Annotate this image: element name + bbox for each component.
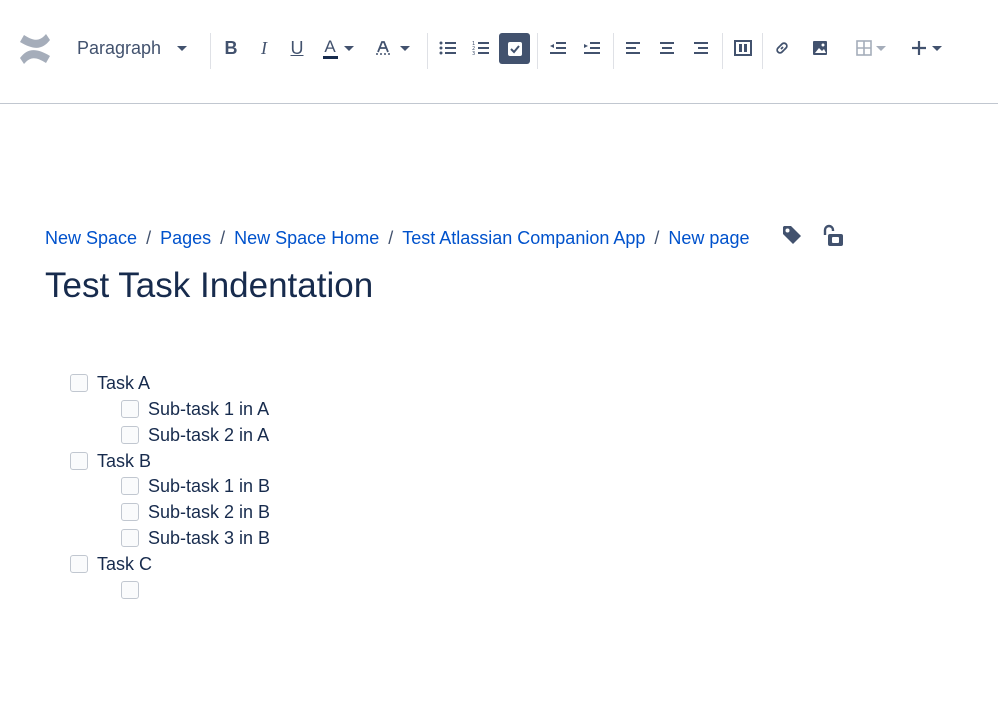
underline-icon: U xyxy=(290,37,304,58)
clear-formatting-icon xyxy=(375,41,390,55)
insert-table-dropdown[interactable] xyxy=(851,33,891,63)
underline-button[interactable]: U xyxy=(284,33,310,63)
breadcrumb-link-new-space-home[interactable]: New Space Home xyxy=(234,228,379,249)
text-color-dropdown[interactable]: A xyxy=(318,33,358,63)
paragraph-style-dropdown[interactable]: Paragraph xyxy=(70,33,194,63)
confluence-logo-icon[interactable] xyxy=(17,31,53,67)
task-label[interactable]: Sub-task 1 in A xyxy=(148,399,269,420)
task-checkbox[interactable] xyxy=(121,400,139,418)
toolbar-divider xyxy=(427,33,428,69)
restrictions-button[interactable] xyxy=(821,224,845,253)
task-checkbox[interactable] xyxy=(121,477,139,495)
chevron-down-icon xyxy=(177,45,188,51)
task-item: Sub-task 3 in B xyxy=(121,525,270,551)
bold-button[interactable]: B xyxy=(218,33,244,63)
formatting-more-dropdown[interactable] xyxy=(370,33,412,63)
unlock-icon xyxy=(823,224,843,246)
breadcrumb-link-test-atlassian-companion-app[interactable]: Test Atlassian Companion App xyxy=(402,228,645,249)
task-item: Sub-task 2 in B xyxy=(121,499,270,525)
labels-button[interactable] xyxy=(781,224,803,251)
task-checkbox[interactable] xyxy=(121,503,139,521)
align-right-button[interactable] xyxy=(689,33,713,63)
breadcrumb-link-new-space[interactable]: New Space xyxy=(45,228,137,249)
numbered-list-icon: 1 2 3 xyxy=(472,41,489,56)
toolbar-divider xyxy=(613,33,614,69)
indent-button[interactable] xyxy=(580,33,604,63)
bullet-list-button[interactable] xyxy=(436,33,460,63)
breadcrumb-separator: / xyxy=(146,228,152,248)
checkbox-checked-icon xyxy=(507,41,522,56)
task-label[interactable]: Task B xyxy=(97,451,151,472)
italic-icon: I xyxy=(261,37,267,58)
italic-button[interactable]: I xyxy=(252,33,276,63)
task-item: Sub-task 1 in A xyxy=(121,396,269,422)
task-label[interactable]: Task A xyxy=(97,373,150,394)
plus-icon xyxy=(912,41,926,55)
task-item xyxy=(121,577,148,603)
align-center-icon xyxy=(660,42,674,54)
toolbar-divider xyxy=(537,33,538,69)
task-checkbox[interactable] xyxy=(121,426,139,444)
align-right-icon xyxy=(694,42,708,54)
insert-more-dropdown[interactable] xyxy=(905,33,947,63)
task-checkbox[interactable] xyxy=(70,374,88,392)
align-left-button[interactable] xyxy=(621,33,645,63)
chevron-down-icon xyxy=(343,45,354,51)
task-list-button[interactable] xyxy=(499,33,530,64)
breadcrumb-separator: / xyxy=(220,228,226,248)
page-layout-button[interactable] xyxy=(730,33,756,63)
toolbar-divider xyxy=(762,33,763,69)
task-checkbox[interactable] xyxy=(121,581,139,599)
toolbar-divider xyxy=(210,33,211,69)
svg-text:3: 3 xyxy=(472,51,475,56)
toolbar-divider xyxy=(722,33,723,69)
page-title[interactable]: Test Task Indentation xyxy=(45,266,373,306)
layout-columns-icon xyxy=(734,40,752,56)
indent-icon xyxy=(584,42,600,54)
task-label[interactable]: Sub-task 2 in B xyxy=(148,502,270,523)
task-item: Sub-task 2 in A xyxy=(121,422,269,448)
breadcrumb-separator: / xyxy=(388,228,394,248)
task-item: Task B xyxy=(70,448,151,474)
task-checkbox[interactable] xyxy=(70,555,88,573)
breadcrumb-link-new-page[interactable]: New page xyxy=(668,228,749,249)
link-icon xyxy=(776,42,788,54)
table-icon xyxy=(856,40,872,56)
editor-toolbar: Paragraph B I U A 1 2 3 xyxy=(0,0,998,104)
breadcrumb-link-pages[interactable]: Pages xyxy=(160,228,211,249)
task-checkbox[interactable] xyxy=(70,452,88,470)
align-left-icon xyxy=(626,42,640,54)
task-label[interactable]: Sub-task 3 in B xyxy=(148,528,270,549)
chevron-down-icon xyxy=(399,45,410,51)
task-label[interactable]: Task C xyxy=(97,554,152,575)
insert-link-button[interactable] xyxy=(770,33,794,63)
task-item: Sub-task 1 in B xyxy=(121,473,270,499)
outdent-icon xyxy=(550,42,566,54)
breadcrumb-separator: / xyxy=(654,228,660,248)
task-checkbox[interactable] xyxy=(121,529,139,547)
numbered-list-button[interactable]: 1 2 3 xyxy=(469,33,493,63)
breadcrumb: New Space / Pages / New Space Home / Tes… xyxy=(45,228,749,249)
task-label[interactable]: Sub-task 2 in A xyxy=(148,425,269,446)
image-icon xyxy=(813,41,827,55)
chevron-down-icon xyxy=(932,45,942,51)
task-item: Task C xyxy=(70,551,152,577)
align-center-button[interactable] xyxy=(655,33,679,63)
paragraph-style-label: Paragraph xyxy=(77,37,162,58)
outdent-button[interactable] xyxy=(546,33,570,63)
task-item: Task A xyxy=(70,370,150,396)
bullet-list-icon xyxy=(439,41,456,55)
tag-icon xyxy=(783,226,801,244)
task-label[interactable]: Sub-task 1 in B xyxy=(148,476,270,497)
text-color-icon: A xyxy=(322,38,338,59)
chevron-down-icon xyxy=(876,45,886,51)
insert-image-button[interactable] xyxy=(808,33,832,63)
bold-icon: B xyxy=(224,37,238,58)
